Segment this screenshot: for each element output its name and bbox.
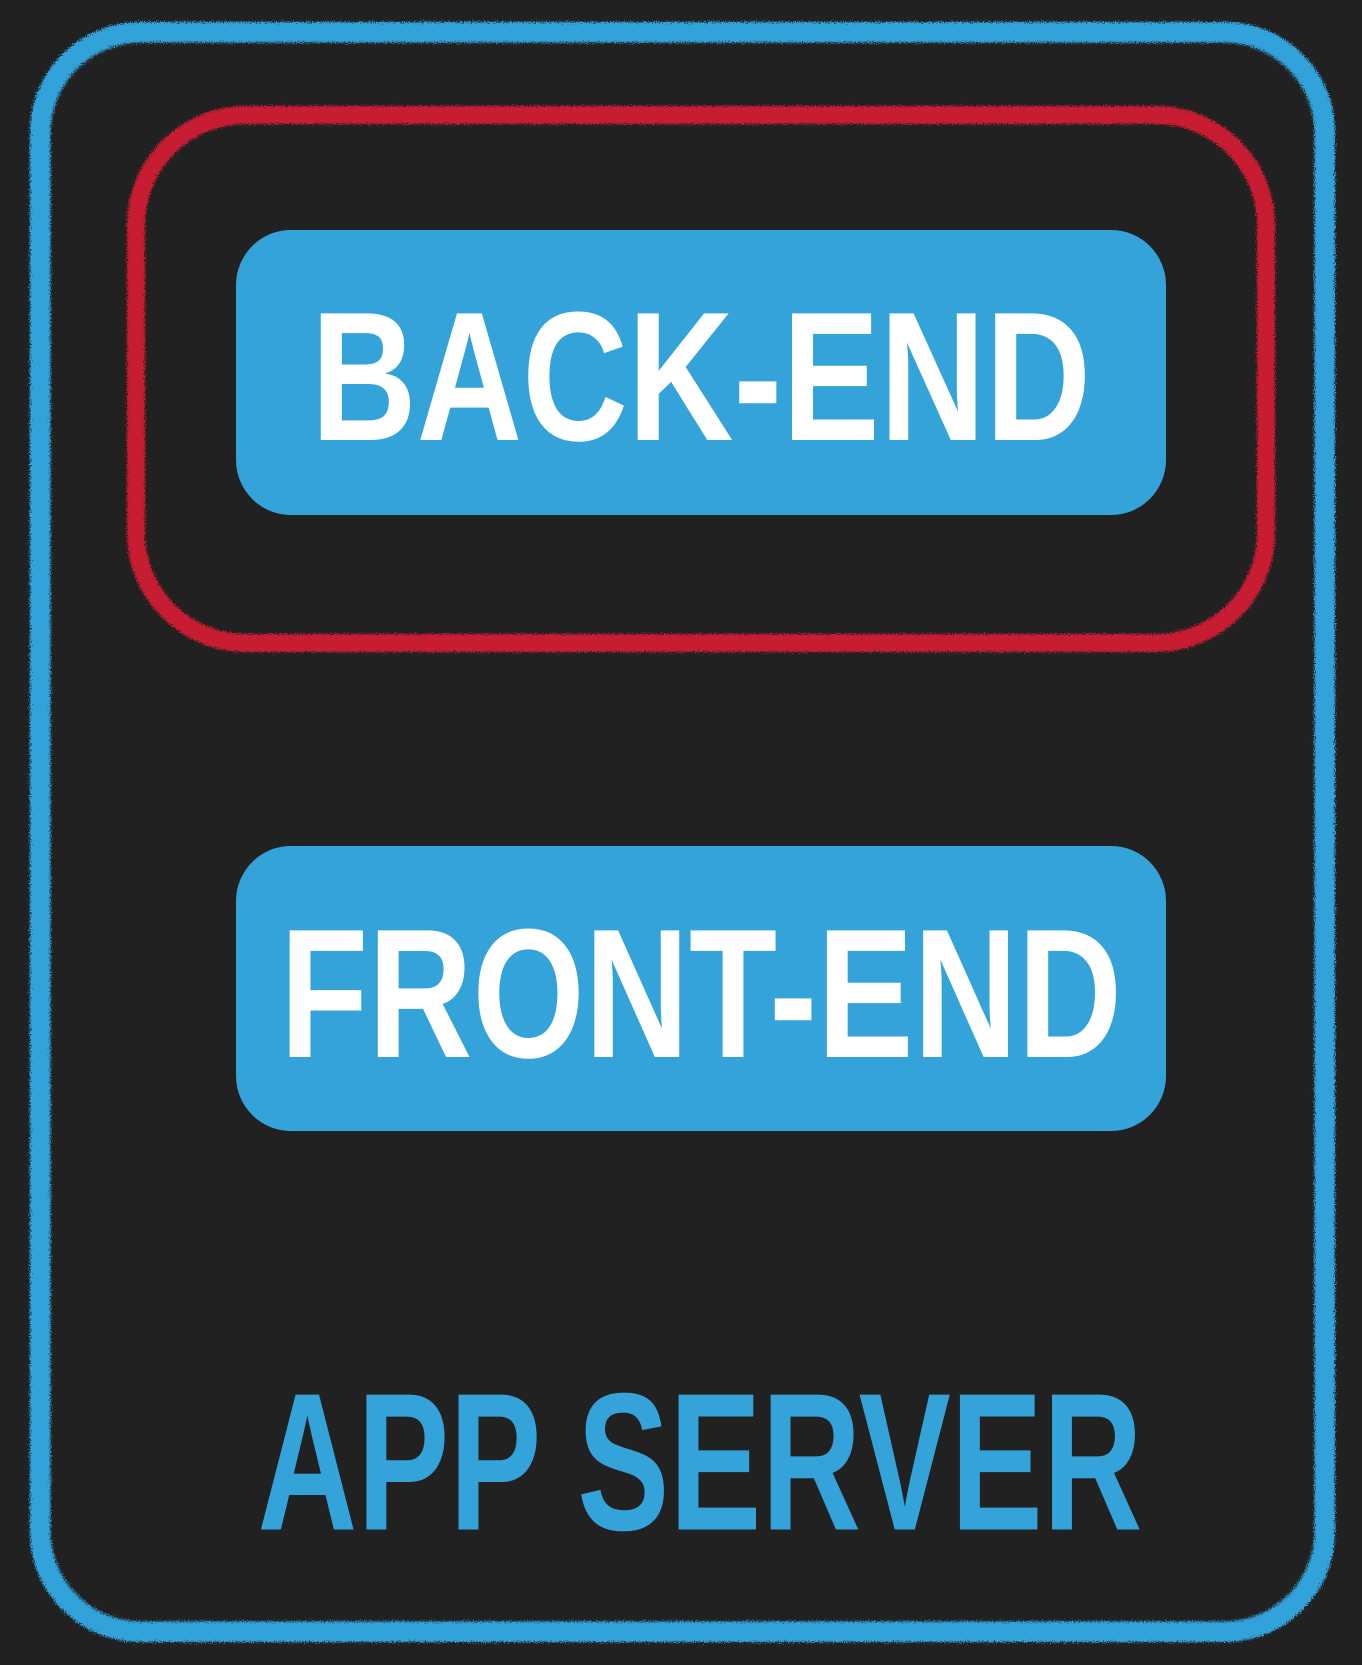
back-end-label: BACK-END [311, 273, 1091, 479]
back-end-block: BACK-END [236, 230, 1166, 515]
app-server-diagram: BACK-END FRONT-END APP SERVER [30, 22, 1335, 1642]
front-end-block: FRONT-END [236, 846, 1166, 1131]
front-end-label: FRONT-END [280, 890, 1122, 1096]
app-server-label: APP SERVER [258, 1353, 1143, 1572]
